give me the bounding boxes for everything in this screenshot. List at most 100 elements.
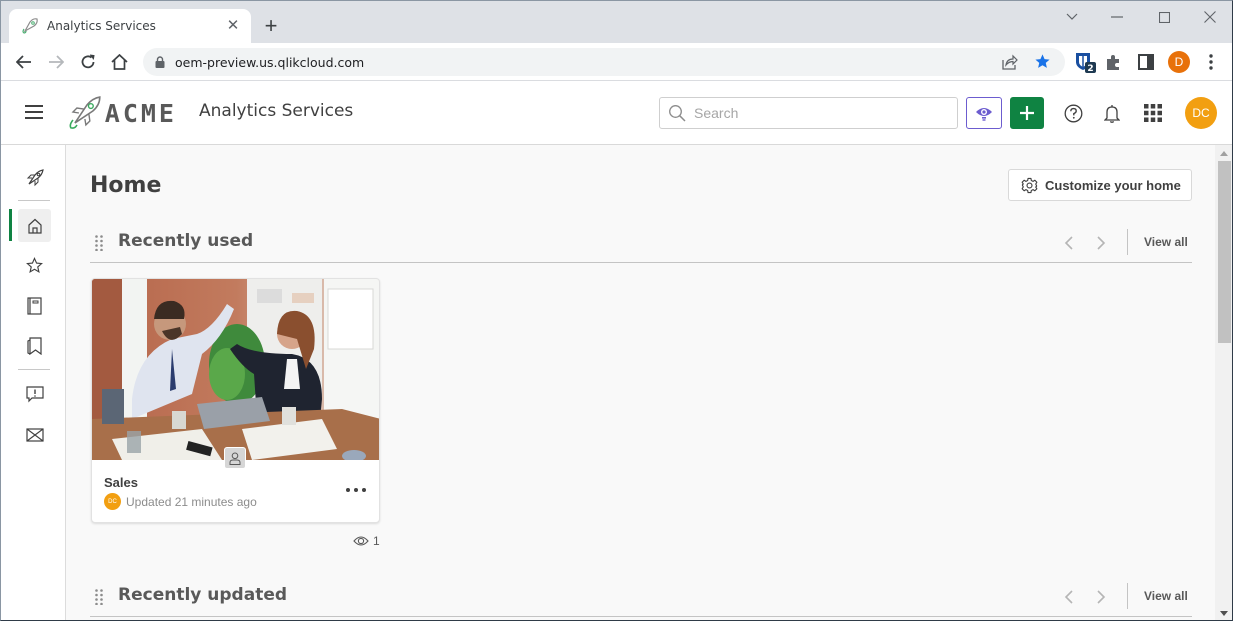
acme-logo[interactable]: ACME [67, 93, 177, 133]
grid-apps-icon [1144, 104, 1162, 122]
reload-button[interactable] [75, 49, 101, 75]
minimize-button[interactable] [1102, 7, 1132, 27]
tab-search-icon[interactable] [1057, 7, 1087, 27]
app-card-sales[interactable]: Sales DC Updated 21 minutes ago [91, 278, 380, 523]
hamburger-menu-icon[interactable] [25, 105, 43, 121]
share-icon[interactable] [1001, 54, 1018, 70]
rocket-icon [26, 168, 44, 186]
rocket-logo-icon [69, 96, 101, 129]
app-launcher-button[interactable] [1141, 101, 1165, 125]
profile-button[interactable]: D [1167, 50, 1191, 74]
browser-menu-button[interactable] [1199, 50, 1223, 74]
star-icon [26, 257, 43, 274]
section-recently-used: Recently used View all [90, 223, 1192, 263]
page-title: Home [90, 173, 162, 198]
customize-home-label: Customize your home [1045, 177, 1181, 193]
puzzle-icon [1107, 55, 1119, 70]
browser-window: Analytics Services ✕ + oem-preview.us.ql… [0, 0, 1233, 621]
book-icon [27, 296, 42, 315]
updated-time: Updated 21 minutes ago [126, 494, 257, 509]
customize-home-button[interactable]: Customize your home [1008, 169, 1192, 201]
sidebar-item-messages[interactable] [18, 418, 51, 451]
drag-handle-icon[interactable] [95, 589, 103, 605]
sidebar-item-home[interactable] [18, 209, 51, 242]
tab-close-icon[interactable]: ✕ [225, 18, 241, 34]
active-indicator [9, 209, 12, 241]
kebab-menu-icon [1209, 54, 1213, 70]
view-all-link[interactable]: View all [1144, 589, 1188, 603]
help-button[interactable] [1061, 101, 1085, 125]
scroll-up-arrow[interactable] [1220, 151, 1228, 156]
office-high-five-image [92, 279, 379, 460]
search-input[interactable] [694, 105, 934, 121]
tab-strip: Analytics Services ✕ + [1, 1, 1232, 43]
sidebar-item-collections[interactable] [18, 289, 51, 322]
password-manager-extension[interactable]: 2 [1073, 50, 1097, 74]
feedback-icon [25, 386, 44, 403]
create-new-button[interactable] [1010, 97, 1044, 129]
user-icon [229, 452, 241, 465]
sidebar-item-favorites[interactable] [18, 249, 51, 282]
mail-icon [25, 427, 44, 442]
browser-toolbar: oem-preview.us.qlikcloud.com 2 D [1, 43, 1232, 81]
address-bar[interactable]: oem-preview.us.qlikcloud.com [143, 48, 1065, 76]
sidebar-nav [1, 145, 66, 620]
insight-bulb-eye-icon [976, 108, 992, 121]
more-options-icon[interactable] [346, 482, 366, 498]
sidebar-divider [18, 369, 50, 370]
maximize-button[interactable] [1149, 7, 1179, 27]
side-panel-button[interactable] [1134, 50, 1158, 74]
browser-tab[interactable]: Analytics Services ✕ [9, 9, 251, 43]
app-title: Analytics Services [199, 101, 354, 121]
plus-icon [1020, 106, 1034, 120]
sidebar-item-feedback[interactable] [18, 378, 51, 411]
scroll-thumb[interactable] [1218, 161, 1231, 343]
scroll-down-arrow[interactable] [1220, 611, 1228, 616]
back-button[interactable] [11, 49, 37, 75]
drag-handle-icon[interactable] [95, 235, 103, 251]
main-content: Home Customize your home Recently used V… [66, 145, 1215, 620]
view-count-value: 1 [373, 534, 380, 548]
arrow-right-icon [49, 55, 64, 69]
chevron-left-icon[interactable] [1062, 589, 1076, 605]
sidebar-item-bookmarks[interactable] [18, 329, 51, 362]
user-avatar[interactable]: DC [1185, 97, 1217, 129]
owner-avatar: DC [104, 493, 121, 510]
gear-icon [1021, 177, 1038, 193]
url-text: oem-preview.us.qlikcloud.com [175, 54, 365, 70]
chevron-right-icon[interactable] [1094, 235, 1108, 251]
section-divider [1127, 229, 1128, 255]
app-thumbnail [92, 279, 379, 460]
shield-extension-icon: 2 [1076, 53, 1096, 73]
home-button[interactable] [106, 49, 132, 75]
insight-advisor-button[interactable] [966, 97, 1002, 129]
chevron-left-icon[interactable] [1062, 235, 1076, 251]
sidebar-divider [18, 200, 50, 201]
section-title: Recently updated [118, 585, 288, 605]
profile-avatar: D [1168, 51, 1190, 73]
new-tab-button[interactable]: + [260, 15, 282, 37]
view-all-link[interactable]: View all [1144, 235, 1188, 249]
arrow-left-icon [16, 55, 31, 69]
close-window-button[interactable] [1195, 7, 1225, 27]
extensions-button[interactable] [1102, 50, 1126, 74]
bell-icon [1104, 104, 1120, 123]
help-question-icon [1064, 104, 1082, 122]
bookmark-star-icon[interactable] [1034, 53, 1051, 70]
personal-space-badge [224, 447, 246, 469]
side-panel-icon [1138, 54, 1154, 70]
forward-button[interactable] [43, 49, 69, 75]
lock-icon [155, 56, 165, 68]
chevron-right-icon[interactable] [1094, 589, 1108, 605]
view-count: 1 [353, 534, 380, 548]
app-title: Sales [104, 475, 138, 490]
sidebar-item-catalog[interactable] [18, 161, 51, 194]
vertical-scrollbar[interactable] [1215, 145, 1232, 620]
rocket-favicon-icon [22, 18, 38, 34]
tab-title: Analytics Services [47, 19, 156, 33]
notifications-button[interactable] [1100, 101, 1124, 125]
home-icon [110, 54, 128, 70]
extension-badge: 2 [1087, 64, 1093, 73]
home-icon [27, 218, 42, 234]
search-box[interactable] [659, 97, 958, 129]
